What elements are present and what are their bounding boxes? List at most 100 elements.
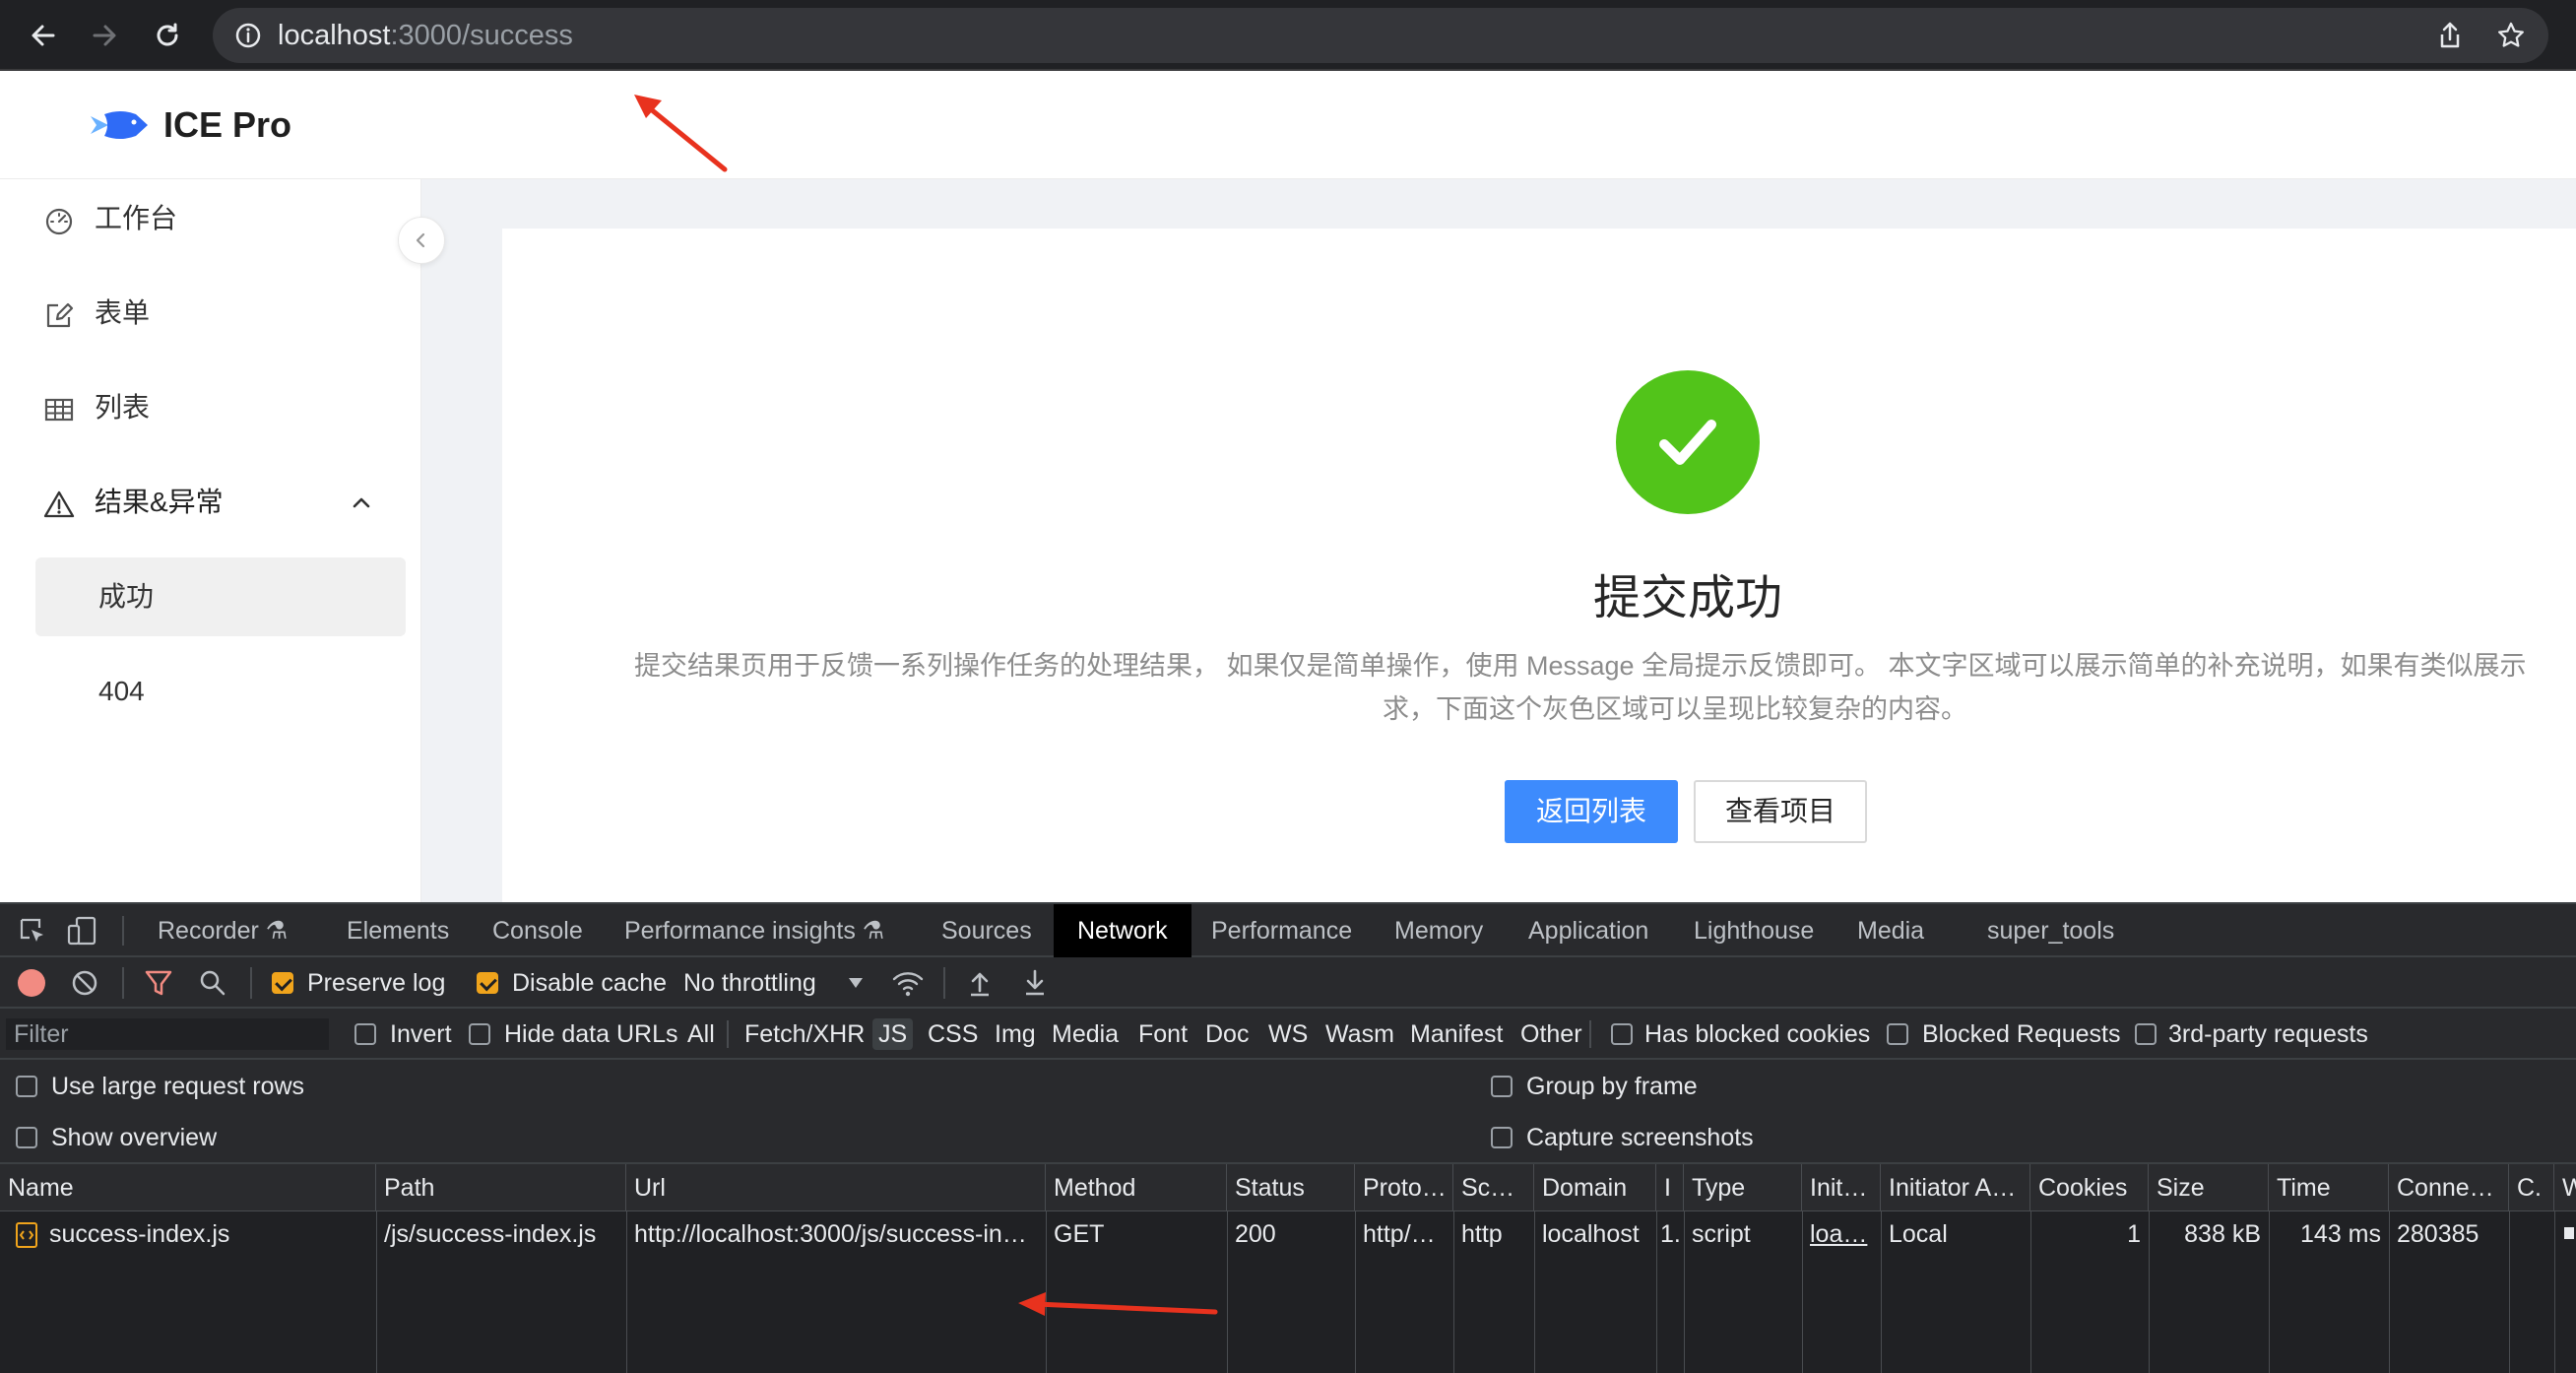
- column-header-path[interactable]: Path: [376, 1164, 626, 1211]
- column-header-type[interactable]: Type: [1684, 1164, 1802, 1211]
- hide-data-urls-checkbox[interactable]: [469, 1023, 490, 1045]
- third-party-label: 3rd-party requests: [2168, 1020, 2368, 1048]
- cell-i: 1.: [1660, 1220, 1681, 1248]
- filter-input[interactable]: Filter: [6, 1018, 329, 1050]
- type-filter-ws[interactable]: WS: [1268, 1018, 1308, 1050]
- device-toolbar-icon[interactable]: [67, 916, 98, 946]
- disable-cache-checkbox[interactable]: [477, 972, 498, 994]
- share-icon[interactable]: [2434, 20, 2466, 51]
- tab-performance[interactable]: Performance: [1211, 904, 1352, 957]
- column-header-cookies[interactable]: Cookies: [2030, 1164, 2149, 1211]
- search-icon[interactable]: [199, 969, 226, 997]
- view-project-button[interactable]: 查看项目: [1694, 780, 1867, 843]
- record-button[interactable]: [18, 969, 45, 997]
- ice-logo-icon: [91, 111, 148, 139]
- third-party-checkbox[interactable]: [2135, 1023, 2157, 1045]
- cell-initiator-link[interactable]: loa…: [1802, 1211, 1881, 1257]
- inspect-element-icon[interactable]: [18, 916, 47, 946]
- info-icon[interactable]: [232, 20, 264, 51]
- column-header-initiator-address[interactable]: Initiator A…: [1881, 1164, 2030, 1211]
- show-overview-checkbox[interactable]: [16, 1127, 37, 1148]
- tab-label: Performance insights: [624, 917, 856, 945]
- column-header-i[interactable]: I: [1656, 1164, 1684, 1211]
- blocked-requests-checkbox[interactable]: [1887, 1023, 1908, 1045]
- has-blocked-cookies-label: Has blocked cookies: [1644, 1020, 1871, 1048]
- type-filter-img[interactable]: Img: [995, 1018, 1036, 1050]
- tab-elements[interactable]: Elements: [347, 904, 449, 957]
- address-bar[interactable]: localhost:3000/success: [213, 8, 2548, 63]
- group-by-frame-checkbox[interactable]: [1491, 1076, 1513, 1097]
- tab-memory[interactable]: Memory: [1394, 904, 1483, 957]
- tab-lighthouse[interactable]: Lighthouse: [1694, 904, 1814, 957]
- type-filter-wasm[interactable]: Wasm: [1325, 1018, 1394, 1050]
- script-file-icon: [16, 1222, 37, 1248]
- type-filter-media[interactable]: Media: [1052, 1018, 1119, 1050]
- tab-super-tools[interactable]: super_tools: [1987, 904, 2114, 957]
- column-header-status[interactable]: Status: [1227, 1164, 1355, 1211]
- chevron-up-icon[interactable]: [349, 490, 374, 516]
- invert-checkbox[interactable]: [354, 1023, 376, 1045]
- toolbar-divider: [943, 967, 945, 999]
- sidebar-item-result-exception[interactable]: 结果&异常: [0, 463, 421, 542]
- column-header-domain[interactable]: Domain: [1534, 1164, 1656, 1211]
- toolbar-divider: [122, 967, 124, 999]
- tab-recorder[interactable]: Recorder ⚗: [158, 904, 288, 957]
- tab-network[interactable]: Network: [1054, 904, 1191, 957]
- column-header-time[interactable]: Time: [2269, 1164, 2389, 1211]
- throttling-select[interactable]: No throttling: [683, 968, 816, 998]
- reload-button[interactable]: [146, 14, 189, 57]
- tab-media[interactable]: Media: [1857, 904, 1924, 957]
- toolbar-divider: [727, 1020, 729, 1048]
- column-header-w[interactable]: W: [2554, 1164, 2576, 1211]
- tab-performance-insights[interactable]: Performance insights ⚗: [624, 904, 884, 957]
- export-har-icon[interactable]: [1022, 969, 1048, 997]
- column-header-connection[interactable]: Conne…: [2389, 1164, 2509, 1211]
- column-header-protocol[interactable]: Proto…: [1355, 1164, 1453, 1211]
- column-header-size[interactable]: Size: [2149, 1164, 2269, 1211]
- type-filter-doc[interactable]: Doc: [1205, 1018, 1249, 1050]
- clear-icon[interactable]: [71, 969, 98, 997]
- filter-icon[interactable]: [144, 969, 173, 997]
- cell-name[interactable]: success-index.js: [41, 1211, 376, 1257]
- import-har-icon[interactable]: [967, 969, 993, 997]
- preserve-log-checkbox[interactable]: [272, 972, 293, 994]
- sidebar-subitem-success[interactable]: 成功: [35, 557, 406, 636]
- sidebar-collapse-button[interactable]: [398, 217, 445, 264]
- back-button[interactable]: [22, 14, 65, 57]
- type-filter-fetch-xhr[interactable]: Fetch/XHR: [744, 1018, 865, 1050]
- type-filter-manifest[interactable]: Manifest: [1410, 1018, 1503, 1050]
- type-filter-font[interactable]: Font: [1138, 1018, 1188, 1050]
- has-blocked-cookies-checkbox[interactable]: [1611, 1023, 1633, 1045]
- column-header-c[interactable]: C.: [2509, 1164, 2554, 1211]
- large-rows-checkbox[interactable]: [16, 1076, 37, 1097]
- url-text[interactable]: localhost:3000/success: [278, 20, 573, 51]
- capture-screenshots-checkbox[interactable]: [1491, 1127, 1513, 1148]
- tab-application[interactable]: Application: [1528, 904, 1648, 957]
- column-header-name[interactable]: Name: [0, 1164, 376, 1211]
- sidebar-item-list[interactable]: 列表: [0, 368, 421, 447]
- back-to-list-button[interactable]: 返回列表: [1505, 780, 1678, 843]
- cell-type: script: [1692, 1220, 1751, 1248]
- type-filter-css[interactable]: CSS: [928, 1018, 978, 1050]
- type-filter-all[interactable]: All: [687, 1018, 715, 1050]
- dropdown-caret-icon[interactable]: [847, 975, 865, 991]
- logo-text[interactable]: ICE Pro: [163, 104, 291, 146]
- type-filter-other[interactable]: Other: [1520, 1018, 1582, 1050]
- column-header-url[interactable]: Url: [626, 1164, 1046, 1211]
- bookmark-star-icon[interactable]: [2495, 20, 2527, 51]
- group-by-frame-label: Group by frame: [1526, 1073, 1698, 1100]
- sidebar-subitem-404[interactable]: 404: [35, 652, 406, 731]
- network-conditions-icon[interactable]: [890, 967, 926, 999]
- blocked-requests-label: Blocked Requests: [1922, 1020, 2121, 1048]
- cell-time: 143 ms: [2300, 1220, 2381, 1248]
- column-header-scheme[interactable]: Sc…: [1453, 1164, 1534, 1211]
- tab-console[interactable]: Console: [492, 904, 583, 957]
- sidebar-item-form[interactable]: 表单: [0, 274, 421, 353]
- column-header-method[interactable]: Method: [1046, 1164, 1227, 1211]
- type-filter-js[interactable]: JS: [872, 1018, 914, 1050]
- column-header-initiator[interactable]: Init…: [1802, 1164, 1881, 1211]
- chevron-left-icon: [416, 232, 425, 248]
- tab-sources[interactable]: Sources: [941, 904, 1032, 957]
- sidebar-item-workbench[interactable]: 工作台: [0, 179, 421, 258]
- forward-button[interactable]: [83, 14, 126, 57]
